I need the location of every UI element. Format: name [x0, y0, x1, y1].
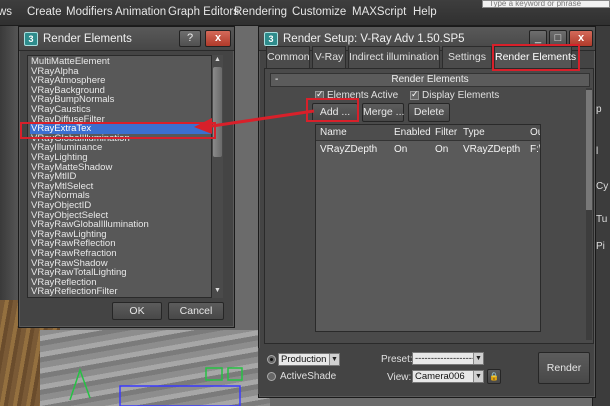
menu-customize[interactable]: Customize [292, 6, 346, 18]
activeshade-label: ActiveShade [280, 371, 337, 382]
elements-active-checkbox[interactable] [315, 89, 324, 100]
command-panel-label: l [596, 146, 599, 157]
menu-help[interactable]: Help [413, 6, 437, 18]
menu-animation[interactable]: Animation [115, 6, 166, 18]
app-logo-icon: 3 [24, 32, 38, 46]
display-elements-label: Display Elements [422, 90, 500, 101]
menu-rendering[interactable]: Rendering [234, 6, 287, 18]
column-header-type[interactable]: Type [463, 127, 485, 138]
preset-value: ------------------- [415, 353, 476, 364]
view-label: View: [387, 372, 412, 383]
maximize-button[interactable]: □ [549, 30, 567, 47]
ok-button[interactable]: OK [112, 302, 162, 320]
cell-name: VRayZDepth [320, 144, 378, 155]
cell-enabled: On [394, 144, 408, 155]
preset-label: Preset: [381, 354, 413, 365]
render-setup-title: Render Setup: V-Ray Adv 1.50.SP5 [283, 33, 465, 45]
render-elements-titlebar[interactable]: 3 Render Elements ? x [19, 27, 234, 51]
tab-vray[interactable]: V-Ray [312, 46, 346, 68]
menu-windows[interactable]: ws [0, 6, 12, 18]
preset-dropdown[interactable]: ------------------- ▼ [412, 352, 484, 365]
tab-indirect-illumination[interactable]: Indirect illumination [348, 46, 440, 68]
render-elements-dialog-title: Render Elements [43, 33, 132, 45]
render-elements-list[interactable]: MultiMatteElement VRayAlpha VRayAtmosphere… [27, 55, 223, 298]
scroll-down-icon[interactable]: ▼ [213, 286, 222, 296]
render-button[interactable]: Render [538, 352, 590, 384]
cell-output: F:\ [530, 144, 541, 155]
menu-graph-editors[interactable]: Graph Editors [168, 6, 239, 18]
production-radio[interactable] [267, 355, 276, 364]
list-scrollbar[interactable]: ▲ ▼ [211, 55, 223, 298]
tab-settings[interactable]: Settings [442, 46, 492, 68]
merge-button[interactable]: Merge ... [362, 103, 404, 122]
view-value: Camera006 [415, 371, 465, 382]
chevron-down-icon: ▼ [473, 353, 483, 364]
cancel-button[interactable]: Cancel [168, 302, 224, 320]
list-item[interactable]: VRayReflectionFilter [30, 287, 213, 297]
activeshade-radio[interactable] [267, 372, 276, 381]
close-button[interactable]: x [569, 30, 593, 47]
chevron-down-icon: ▼ [329, 354, 339, 365]
cell-filter: On [435, 144, 449, 155]
tab-common[interactable]: Common [266, 46, 310, 68]
column-header-enabled[interactable]: Enabled [394, 127, 431, 138]
elements-active-label: Elements Active [327, 90, 399, 101]
lock-view-button[interactable]: 🔒 [487, 369, 501, 384]
view-dropdown[interactable]: Camera006 ▼ [412, 370, 484, 383]
column-header-filter[interactable]: Filter [435, 127, 457, 138]
delete-button[interactable]: Delete [408, 103, 450, 122]
display-elements-checkbox[interactable] [410, 89, 419, 100]
cell-type: VRayZDepth [463, 144, 521, 155]
command-panel-label: p [596, 104, 602, 115]
menu-modifiers[interactable]: Modifiers [66, 6, 113, 18]
minimize-button[interactable]: _ [529, 30, 547, 47]
command-panel-label: Cy [596, 181, 609, 192]
command-panel-label: Tu [596, 214, 608, 225]
main-menubar: ws Create Modifiers Animation Graph Edit… [0, 0, 610, 26]
chevron-down-icon: ▼ [473, 371, 483, 382]
command-panel-label: Pi [596, 241, 605, 252]
highlight-arrow [194, 109, 315, 134]
help-button[interactable]: ? [179, 30, 201, 47]
render-setup-scrollbar[interactable] [586, 88, 592, 340]
elements-table: Name Enabled Filter Type Ou VRayZDepth O… [315, 124, 541, 332]
scrollbar-thumb[interactable] [586, 90, 592, 210]
menu-create[interactable]: Create [27, 6, 62, 18]
production-value: Production [281, 354, 327, 365]
tab-render-elements[interactable]: Render Elements [494, 46, 576, 68]
elements-table-header: Name Enabled Filter Type Ou [316, 125, 540, 141]
menu-maxscript[interactable]: MAXScript [352, 6, 406, 18]
close-button[interactable]: x [205, 30, 231, 47]
viewport-scene-lines [69, 367, 243, 406]
column-header-output[interactable]: Ou [530, 127, 540, 138]
production-dropdown[interactable]: Production ▼ [278, 353, 340, 366]
search-input[interactable]: Type a keyword or phrase [482, 0, 610, 8]
app-logo-icon: 3 [264, 32, 278, 46]
rollout-collapse-icon: - [275, 74, 279, 85]
rollout-header[interactable]: - Render Elements [270, 73, 590, 87]
column-header-name[interactable]: Name [320, 127, 347, 138]
lock-icon: 🔒 [489, 372, 499, 381]
scroll-up-icon[interactable]: ▲ [213, 55, 222, 65]
rollout-title: Render Elements [391, 74, 469, 85]
